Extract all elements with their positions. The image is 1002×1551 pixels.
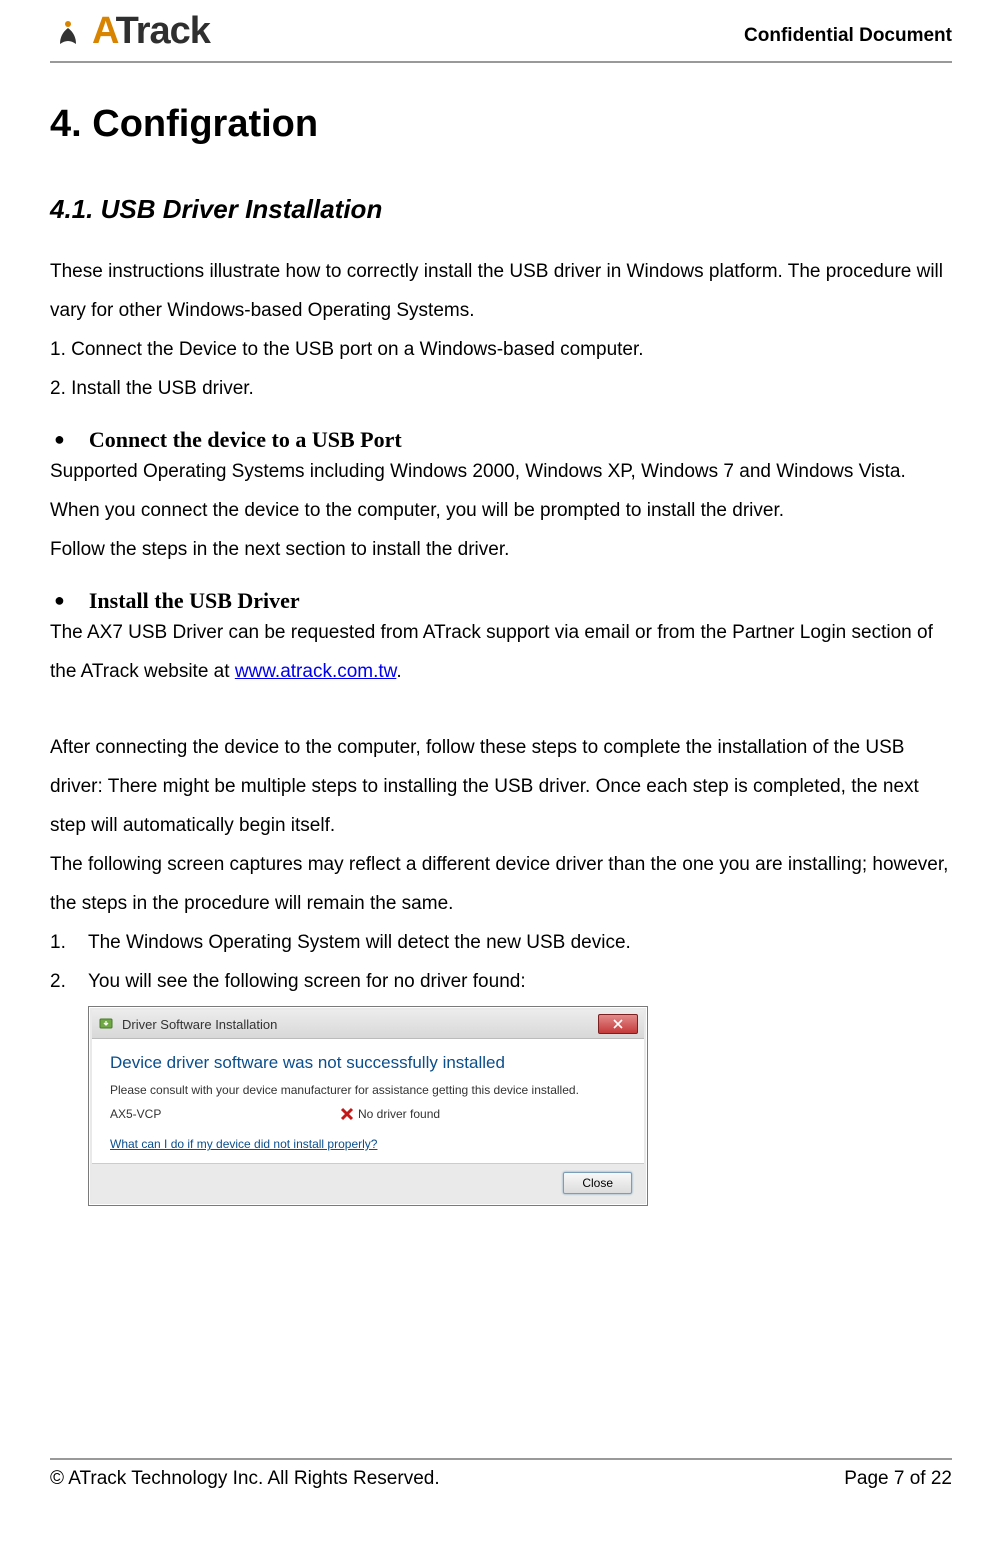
dialog-status-text: No driver found [358,1107,440,1121]
numbered-steps: 1. The Windows Operating System will det… [50,924,952,1002]
bullet-2-text-after: . [396,661,401,682]
error-x-icon [340,1107,354,1121]
dialog-title: Driver Software Installation [122,1017,277,1032]
step-row-1: 1. The Windows Operating System will det… [50,924,952,963]
logo: ATrack [50,10,210,53]
footer-page-number: Page 7 of 22 [844,1468,952,1490]
bullet-heading-install: Install the USB Driver [50,588,952,614]
step-number-1: 1. [50,924,88,963]
footer-copyright: © ATrack Technology Inc. All Rights Rese… [50,1468,440,1490]
dialog-titlebar: Driver Software Installation [92,1010,644,1039]
intro-step-1: 1. Connect the Device to the USB port on… [50,331,952,370]
step-text-1: The Windows Operating System will detect… [88,924,631,963]
logo-icon [50,14,86,50]
dialog-close-x-button[interactable] [598,1014,638,1034]
dialog-device-name: AX5-VCP [110,1107,340,1121]
intro-step-2: 2. Install the USB driver. [50,370,952,409]
logo-letter-a: A [92,10,116,52]
page-footer: © ATrack Technology Inc. All Rights Rese… [50,1458,952,1490]
step-row-2: 2. You will see the following screen for… [50,963,952,1002]
step-number-2: 2. [50,963,88,1002]
bullet-2-paragraph-1: The AX7 USB Driver can be requested from… [50,614,952,692]
logo-text: ATrack [92,10,210,53]
installer-icon [98,1016,114,1032]
dialog-body: Device driver software was not successfu… [92,1039,644,1163]
close-icon [613,1019,623,1029]
heading-2: 4.1. USB Driver Installation [50,194,952,225]
bullet-1-paragraph-2: Follow the steps in the next section to … [50,531,952,570]
bullet-2-paragraph-3: The following screen captures may reflec… [50,846,952,924]
logo-text-rest: Track [116,10,210,52]
bullet-2-paragraph-2: After connecting the device to the compu… [50,729,952,846]
dialog-device-row: AX5-VCP No driver found [110,1107,626,1121]
dialog-footer: Close [92,1163,644,1202]
dialog-help-link[interactable]: What can I do if my device did not insta… [110,1137,377,1151]
dialog-heading: Device driver software was not successfu… [110,1053,626,1073]
atrack-website-link[interactable]: www.atrack.com.tw [235,661,397,682]
bullet-heading-connect: Connect the device to a USB Port [50,427,952,453]
page-header: ATrack Confidential Document [50,0,952,63]
bullet-1-paragraph-1: Supported Operating Systems including Wi… [50,453,952,531]
step-text-2: You will see the following screen for no… [88,963,526,1002]
heading-1: 4. Configration [50,103,952,146]
close-button[interactable]: Close [563,1172,632,1194]
confidential-label: Confidential Document [744,25,952,53]
intro-paragraph: These instructions illustrate how to cor… [50,253,952,331]
dialog-subtext: Please consult with your device manufact… [110,1083,626,1097]
bullet-2-text-before: The AX7 USB Driver can be requested from… [50,622,933,682]
driver-installation-screenshot: Driver Software Installation Device driv… [88,1006,648,1206]
